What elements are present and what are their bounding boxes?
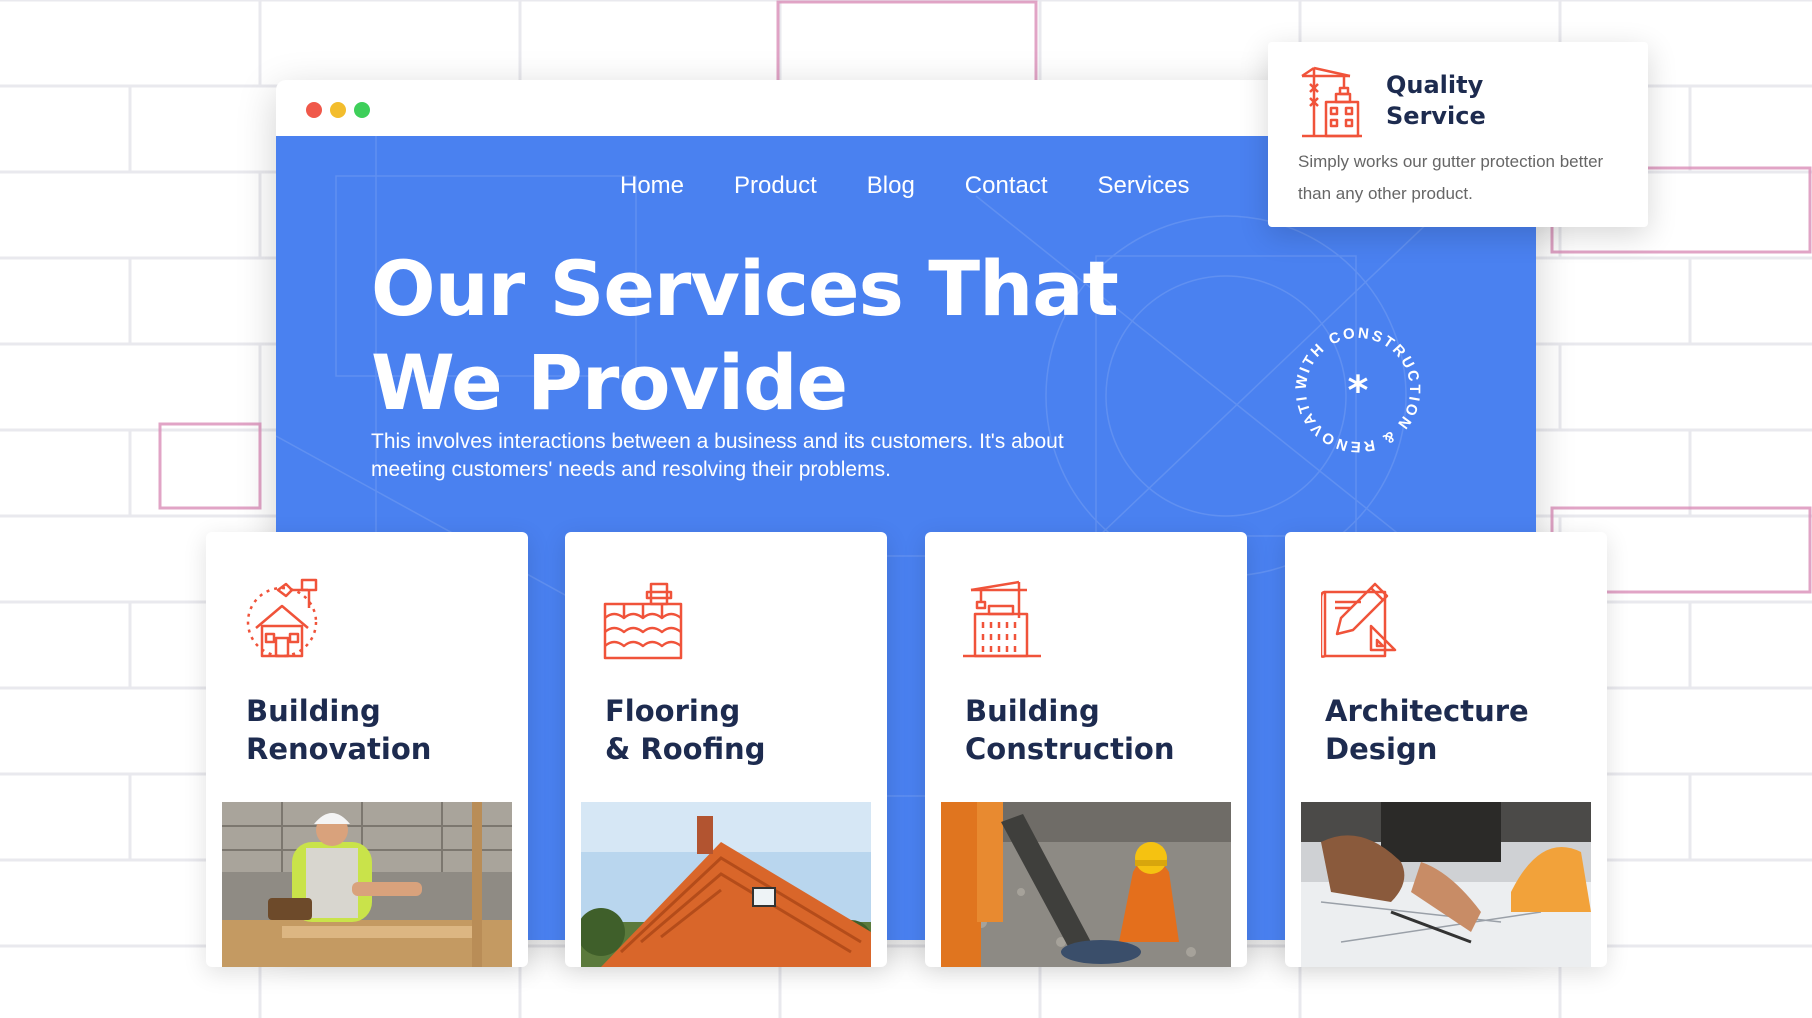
page-title-line2: We Provide (371, 338, 848, 427)
service-title-line2: Construction (965, 732, 1175, 766)
quality-description: Simply works our gutter protection bette… (1298, 152, 1604, 203)
orange-tiled-roof-photo (581, 802, 871, 967)
blueprint-pencil-icon (1321, 582, 1397, 658)
asterisk-icon: * (1348, 368, 1369, 414)
page-title: Our Services That We Provide (371, 242, 1131, 430)
crane-building-icon (1301, 66, 1362, 138)
service-title: Flooring & Roofing (605, 692, 865, 768)
page-title-line1: Our Services That (371, 244, 1119, 333)
nav-product[interactable]: Product (734, 172, 817, 200)
service-card-construction[interactable]: Building Construction (925, 532, 1247, 967)
workers-on-site-photo (941, 802, 1231, 967)
roof-tiles-icon (603, 582, 683, 660)
crane-building-icon (963, 580, 1041, 658)
service-title-line1: Building (965, 694, 1100, 728)
quality-title-line2: Service (1386, 102, 1486, 130)
architects-drawing-photo (1301, 802, 1591, 967)
window-maximize-button[interactable] (354, 102, 370, 118)
quality-title-line1: Quality (1386, 71, 1484, 99)
service-title: Building Renovation (246, 692, 506, 768)
nav-blog[interactable]: Blog (867, 172, 915, 200)
quality-service-card: Quality Service Simply works our gutter … (1268, 42, 1648, 227)
quality-title: Quality Service (1386, 70, 1546, 132)
service-title: Building Construction (965, 692, 1225, 768)
window-close-button[interactable] (306, 102, 322, 118)
service-title-line2: Renovation (246, 732, 432, 766)
nav-home[interactable]: Home (620, 172, 684, 200)
hero-subtitle: This involves interactions between a bus… (371, 430, 1064, 481)
worker-measuring-wood-photo (222, 802, 512, 967)
service-title-line1: Building (246, 694, 381, 728)
service-card-renovation[interactable]: Building Renovation (206, 532, 528, 967)
service-card-architecture[interactable]: Architecture Design (1285, 532, 1607, 967)
service-title-line1: Flooring (605, 694, 741, 728)
nav-contact[interactable]: Contact (965, 172, 1048, 200)
house-tools-icon (246, 578, 318, 658)
nav-services[interactable]: Services (1098, 172, 1190, 200)
main-nav: Home Product Blog Contact Services (620, 172, 1190, 200)
service-title-line2: & Roofing (605, 732, 766, 766)
rotating-badge: WITH CONSTRUCTION & RENOVATION * (1288, 320, 1421, 455)
service-title-line1: Architecture (1325, 694, 1529, 728)
window-minimize-button[interactable] (330, 102, 346, 118)
service-card-flooring[interactable]: Flooring & Roofing (565, 532, 887, 967)
service-title-line2: Design (1325, 732, 1438, 766)
service-title: Architecture Design (1325, 692, 1585, 768)
